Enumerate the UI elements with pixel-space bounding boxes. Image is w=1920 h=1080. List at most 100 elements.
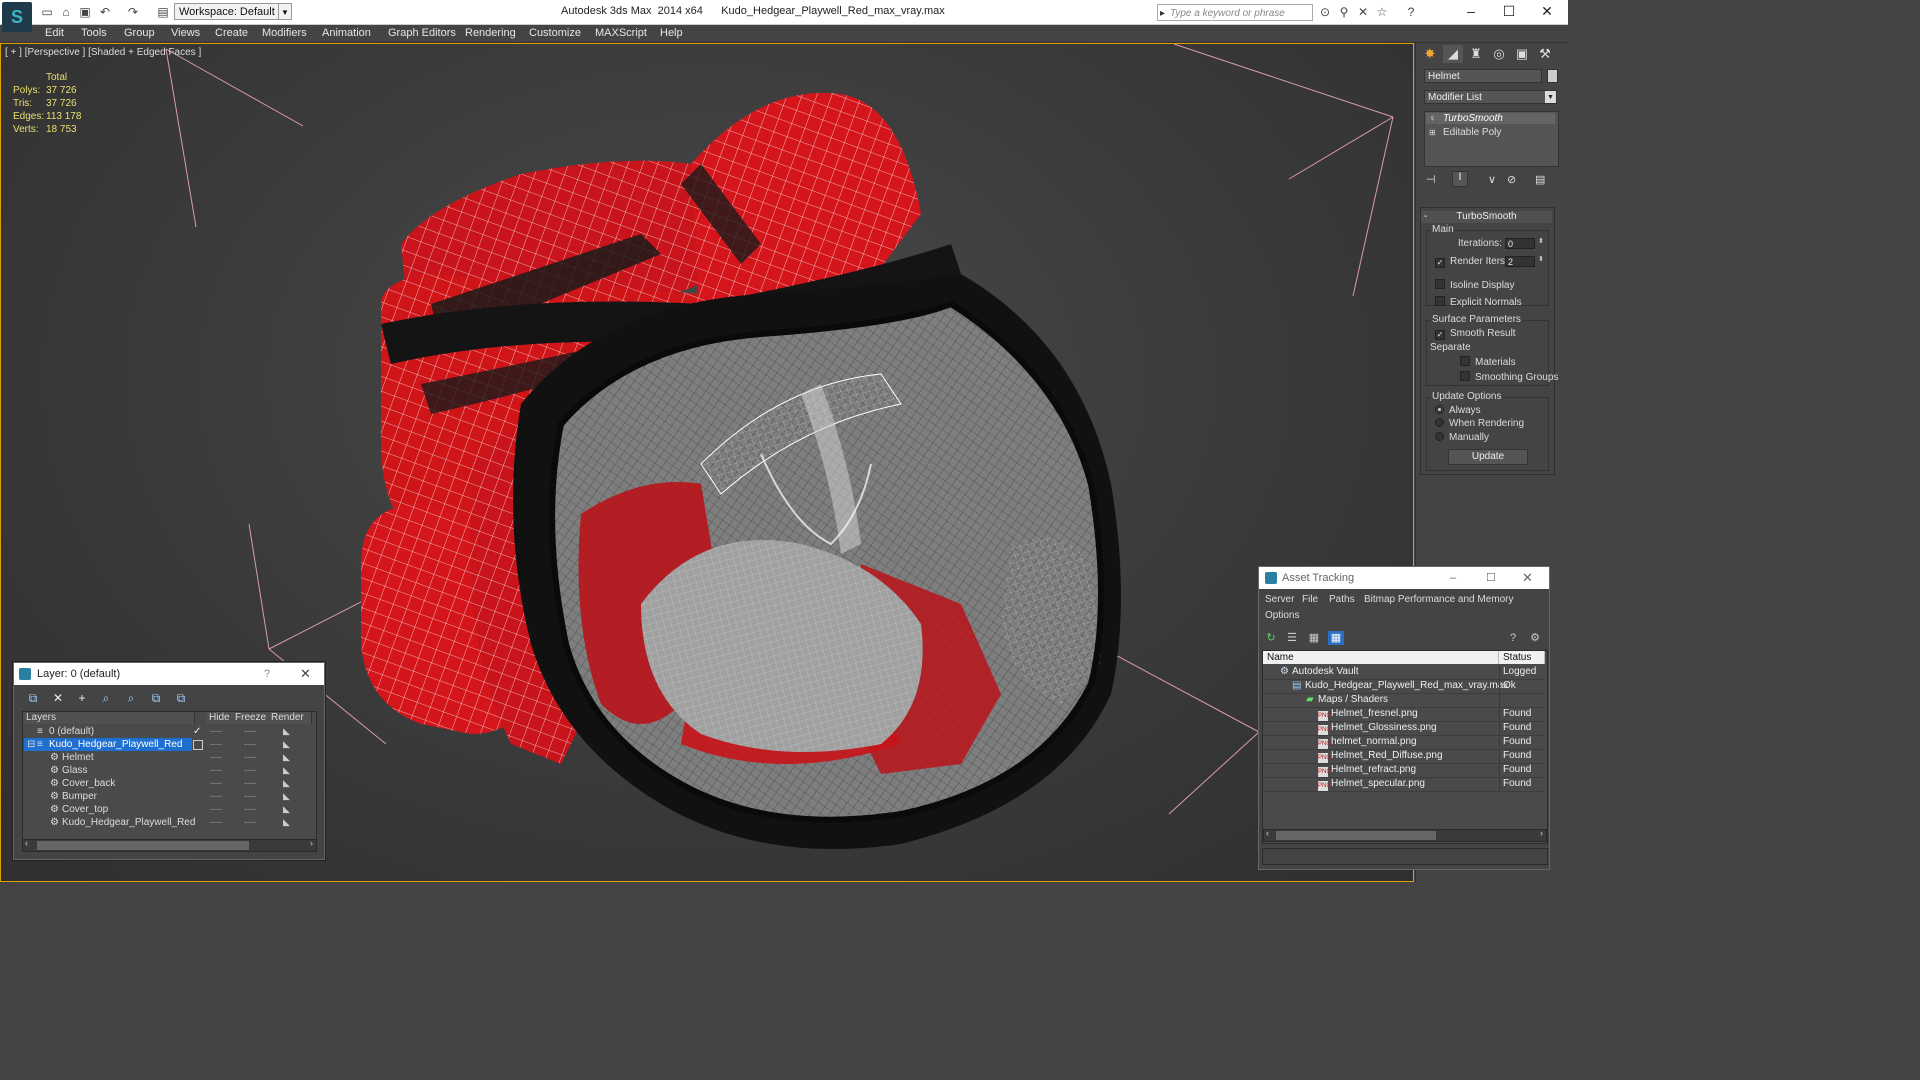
- save-file-icon[interactable]: ▣: [78, 5, 92, 19]
- freeze-toggle[interactable]: ----: [244, 764, 256, 777]
- asset-row[interactable]: PNG helmet_normal.png Found: [1263, 735, 1545, 750]
- freeze-toggle[interactable]: ----: [244, 751, 256, 764]
- freeze-toggle[interactable]: ----: [244, 816, 256, 829]
- render-teapot-icon[interactable]: ◣: [283, 764, 290, 777]
- asset-row[interactable]: PNG Helmet_refract.png Found: [1263, 763, 1545, 778]
- always-radio[interactable]: [1435, 405, 1444, 414]
- subscription-icon[interactable]: ⚲: [1337, 5, 1351, 19]
- highlight-layer-icon[interactable]: ⌕: [122, 690, 140, 706]
- menu-tools[interactable]: Tools: [81, 27, 107, 39]
- render-iters-spinner[interactable]: 2: [1505, 256, 1535, 267]
- freeze-toggle[interactable]: ----: [244, 803, 256, 816]
- isoline-display-row[interactable]: Isoline Display: [1435, 279, 1514, 291]
- object-name-field[interactable]: Helmet: [1424, 69, 1542, 83]
- thumbnail-view-icon[interactable]: ▦: [1306, 631, 1322, 645]
- render-iters-checkbox[interactable]: ✓: [1435, 258, 1445, 268]
- menu-paths[interactable]: Paths: [1329, 594, 1355, 605]
- object-color-swatch[interactable]: [1547, 69, 1558, 83]
- hide-toggle[interactable]: ----: [210, 738, 222, 751]
- menu-options[interactable]: Options: [1265, 610, 1299, 621]
- scroll-right-icon[interactable]: ›: [1540, 828, 1543, 838]
- hide-toggle[interactable]: ----: [210, 816, 222, 829]
- layer-row[interactable]: ⊟ ≡ Kudo_Hedgear_Playwell_Red ---- ---- …: [23, 738, 314, 751]
- maximize-button[interactable]: ☐: [1489, 2, 1529, 20]
- create-layer-icon[interactable]: ⧉: [24, 690, 42, 706]
- menu-animation[interactable]: Animation: [322, 27, 371, 39]
- menu-help[interactable]: Help: [660, 27, 683, 39]
- scroll-left-icon[interactable]: ‹: [25, 838, 28, 848]
- asset-row[interactable]: ⚙ Autodesk Vault Logged O: [1263, 665, 1545, 680]
- show-end-result-icon[interactable]: Ⅰ: [1452, 171, 1468, 187]
- help-icon[interactable]: ?: [1404, 5, 1418, 19]
- motion-tab-icon[interactable]: ◎: [1489, 45, 1509, 63]
- minimize-icon[interactable]: –: [1450, 567, 1456, 589]
- hide-toggle[interactable]: ----: [210, 751, 222, 764]
- menu-create[interactable]: Create: [215, 27, 248, 39]
- menu-server[interactable]: Server: [1265, 594, 1294, 605]
- asset-row[interactable]: ▰ Maps / Shaders: [1263, 693, 1545, 708]
- close-icon[interactable]: ✕: [1522, 567, 1533, 589]
- asset-tracking-titlebar[interactable]: Asset Tracking – ☐ ✕: [1259, 567, 1549, 589]
- configure-sets-icon[interactable]: ▤: [1535, 173, 1545, 186]
- object-row[interactable]: ⚙ Helmet ---- ---- ◣: [23, 751, 314, 764]
- manually-row[interactable]: Manually: [1435, 432, 1489, 443]
- collapse-minus-icon[interactable]: ⊟: [27, 738, 35, 751]
- open-file-icon[interactable]: ⌂: [59, 5, 73, 19]
- spinner-arrows-icon[interactable]: ⬍: [1538, 255, 1544, 263]
- menu-graph-editors[interactable]: Graph Editors: [388, 27, 456, 39]
- settings-icon[interactable]: ⚙: [1527, 631, 1543, 645]
- display-tab-icon[interactable]: ▣: [1512, 45, 1532, 63]
- menu-customize[interactable]: Customize: [529, 27, 581, 39]
- menu-file[interactable]: File: [1302, 594, 1318, 605]
- hide-toggle[interactable]: ----: [210, 725, 222, 738]
- asset-row[interactable]: PNG Helmet_Red_Diffuse.png Found: [1263, 749, 1545, 764]
- object-row[interactable]: ⚙ Kudo_Hedgear_Playwell_Red ---- ---- ◣: [23, 816, 314, 829]
- scrollbar-thumb[interactable]: [1276, 831, 1436, 840]
- when-rendering-row[interactable]: When Rendering: [1435, 418, 1524, 429]
- freeze-toggle[interactable]: ----: [244, 725, 256, 738]
- create-tab-icon[interactable]: ✸: [1420, 45, 1440, 63]
- column-header-status[interactable]: Status: [1499, 651, 1545, 664]
- object-row[interactable]: ⚙ Glass ---- ---- ◣: [23, 764, 314, 777]
- scroll-right-icon[interactable]: ›: [310, 838, 313, 848]
- render-teapot-icon[interactable]: ◣: [283, 751, 290, 764]
- table-view-icon[interactable]: ▦: [1328, 631, 1344, 645]
- freeze-toggle[interactable]: ----: [244, 738, 256, 751]
- close-icon[interactable]: ✕: [300, 663, 311, 685]
- column-header-render[interactable]: Render: [267, 712, 312, 724]
- hide-toggle[interactable]: ----: [210, 777, 222, 790]
- render-teapot-icon[interactable]: ◣: [283, 816, 290, 829]
- asset-row[interactable]: PNG Helmet_fresnel.png Found: [1263, 707, 1545, 722]
- modifier-stack[interactable]: ♀ TurboSmooth ⊞ Editable Poly: [1424, 111, 1559, 167]
- horizontal-scrollbar[interactable]: ‹ ›: [1263, 828, 1547, 842]
- delete-layer-icon[interactable]: ✕: [49, 690, 67, 706]
- layer-row[interactable]: ≡ 0 (default) ✓ ---- ---- ◣: [23, 725, 314, 738]
- set-current-checkbox[interactable]: [193, 740, 203, 750]
- maximize-icon[interactable]: ☐: [1486, 567, 1496, 589]
- materials-checkbox[interactable]: [1460, 356, 1470, 366]
- spinner-arrows-icon[interactable]: ⬍: [1538, 237, 1544, 245]
- menu-views[interactable]: Views: [171, 27, 200, 39]
- freeze-all-layers-icon[interactable]: ⧉: [172, 690, 190, 706]
- modifier-list-dropdown[interactable]: Modifier List ▼: [1424, 90, 1557, 104]
- hide-toggle[interactable]: ----: [210, 790, 222, 803]
- app-logo-icon[interactable]: S: [2, 2, 32, 32]
- update-button[interactable]: Update: [1448, 449, 1528, 465]
- smoothing-groups-checkbox[interactable]: [1460, 371, 1470, 381]
- make-unique-icon[interactable]: ∨: [1488, 173, 1496, 186]
- object-row[interactable]: ⚙ Bumper ---- ---- ◣: [23, 790, 314, 803]
- communication-icon[interactable]: ✕: [1356, 5, 1370, 19]
- object-row[interactable]: ⚙ Cover_top ---- ---- ◣: [23, 803, 314, 816]
- when-rendering-radio[interactable]: [1435, 418, 1444, 427]
- stack-item-turbosmooth[interactable]: TurboSmooth: [1443, 113, 1503, 124]
- render-teapot-icon[interactable]: ◣: [283, 803, 290, 816]
- manually-radio[interactable]: [1435, 432, 1444, 441]
- viewport-label[interactable]: [ + ] [Perspective ] [Shaded + Edged Fac…: [5, 47, 201, 58]
- minimize-button[interactable]: –: [1451, 2, 1491, 20]
- column-header-hide[interactable]: Hide: [206, 712, 236, 724]
- object-row[interactable]: ⚙ Cover_back ---- ---- ◣: [23, 777, 314, 790]
- render-teapot-icon[interactable]: ◣: [283, 725, 290, 738]
- new-file-icon[interactable]: ▭: [40, 5, 54, 19]
- always-row[interactable]: Always: [1435, 405, 1481, 416]
- menu-bitmap-performance[interactable]: Bitmap Performance and Memory: [1364, 594, 1514, 605]
